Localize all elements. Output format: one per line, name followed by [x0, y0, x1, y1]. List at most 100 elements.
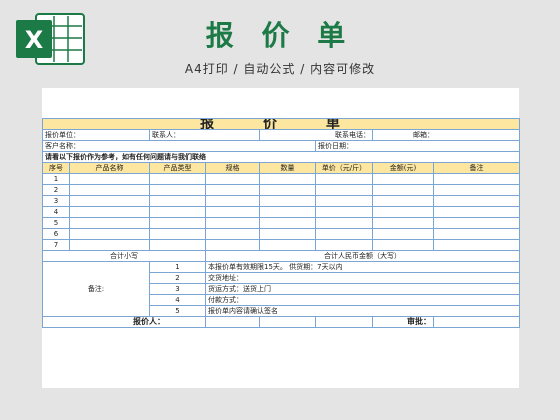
data-cell[interactable] — [259, 195, 316, 207]
data-cell[interactable] — [149, 195, 206, 207]
data-cell[interactable] — [259, 217, 316, 229]
info-row: 报价单位： 联系人： 联系电话： 邮箱： — [42, 129, 520, 141]
data-cell[interactable] — [315, 173, 373, 185]
remarks-label[interactable]: 备注: — [42, 261, 150, 317]
col-header-spec[interactable]: 规格 — [205, 162, 260, 174]
data-cell[interactable] — [149, 184, 206, 196]
data-cell[interactable] — [315, 206, 373, 218]
data-cell[interactable] — [372, 239, 434, 251]
row-number-cell[interactable]: 5 — [42, 217, 70, 229]
subtotal-label[interactable]: 合计小写 — [42, 250, 206, 262]
data-cell[interactable] — [69, 195, 150, 207]
data-cell[interactable] — [259, 206, 316, 218]
data-cell[interactable] — [372, 228, 434, 240]
data-cell[interactable] — [372, 217, 434, 229]
data-cell[interactable] — [205, 217, 260, 229]
customer-row: 客户名称： 报价日期： — [42, 140, 520, 152]
total-uppercase-label[interactable]: 合计人民币金额（大写） — [205, 250, 520, 262]
data-cell[interactable] — [433, 206, 520, 218]
remark-text[interactable]: 本报价单有效期限15天。 供货期：7天以内 — [205, 261, 520, 273]
remark-line: 备注: 1 本报价单有效期限15天。 供货期：7天以内 — [42, 261, 520, 317]
data-cell[interactable] — [259, 228, 316, 240]
approver-value[interactable] — [433, 316, 520, 328]
data-cell[interactable] — [433, 173, 520, 185]
table-row: 7 — [42, 239, 520, 251]
contact-cell[interactable]: 联系人： — [149, 129, 260, 141]
signature-row: 报价人： 审批： — [42, 316, 520, 328]
data-cell[interactable] — [433, 239, 520, 251]
data-cell[interactable] — [315, 195, 373, 207]
sheet-title[interactable]: 报 价 单 — [42, 118, 520, 130]
remark-text[interactable]: 付款方式： — [205, 294, 520, 306]
approver-label[interactable]: 审批： — [372, 316, 434, 328]
remark-number: 5 — [149, 305, 206, 317]
phone-cell[interactable]: 联系电话： — [259, 129, 373, 141]
data-cell[interactable] — [205, 195, 260, 207]
col-header-amount[interactable]: 金额(元) — [372, 162, 434, 174]
data-cell[interactable] — [205, 173, 260, 185]
customer-cell[interactable]: 客户名称： — [42, 140, 316, 152]
data-cell[interactable] — [315, 239, 373, 251]
quote-date-cell[interactable]: 报价日期： — [315, 140, 520, 152]
row-number-cell[interactable]: 2 — [42, 184, 70, 196]
data-cell[interactable] — [433, 184, 520, 196]
column-header-row: 序号 产品名称 产品类型 规格 数量 单价（元/斤） 金额(元) 备注 — [42, 162, 520, 174]
data-cell[interactable] — [259, 239, 316, 251]
quoter-unit-cell[interactable]: 报价单位： — [42, 129, 150, 141]
sheet-title-row: 报 价 单 — [42, 118, 520, 130]
data-cell[interactable] — [259, 184, 316, 196]
data-cell[interactable] — [433, 217, 520, 229]
blank-cell[interactable] — [315, 316, 373, 328]
data-cell[interactable] — [372, 173, 434, 185]
table-row: 3 — [42, 195, 520, 207]
remark-text[interactable]: 交货地址： — [205, 272, 520, 284]
table-row: 2 — [42, 184, 520, 196]
email-cell[interactable]: 邮箱： — [372, 129, 520, 141]
remark-text[interactable]: 货运方式：送货上门 — [205, 283, 520, 295]
hero-title: 报 价 单 — [205, 19, 355, 52]
data-cell[interactable] — [69, 228, 150, 240]
data-cell[interactable] — [69, 184, 150, 196]
data-cell[interactable] — [69, 173, 150, 185]
data-cell[interactable] — [372, 195, 434, 207]
blank-cell[interactable] — [259, 316, 316, 328]
row-number-cell[interactable]: 1 — [42, 173, 70, 185]
table-row: 1 — [42, 173, 520, 185]
data-cell[interactable] — [149, 173, 206, 185]
data-cell[interactable] — [433, 195, 520, 207]
remark-text[interactable]: 报价单内容请确认签名 — [205, 305, 520, 317]
data-cell[interactable] — [259, 173, 316, 185]
signer-value[interactable] — [205, 316, 260, 328]
note-cell[interactable]: 请看以下报价作为参考，如有任何问题请与我们联络 — [42, 151, 520, 163]
data-cell[interactable] — [69, 239, 150, 251]
col-header-remark[interactable]: 备注 — [433, 162, 520, 174]
data-cell[interactable] — [433, 228, 520, 240]
row-number-cell[interactable]: 3 — [42, 195, 70, 207]
data-cell[interactable] — [69, 217, 150, 229]
data-cell[interactable] — [205, 184, 260, 196]
data-cell[interactable] — [149, 239, 206, 251]
data-cell[interactable] — [149, 217, 206, 229]
data-cell[interactable] — [149, 206, 206, 218]
row-number-cell[interactable]: 6 — [42, 228, 70, 240]
data-cell[interactable] — [149, 228, 206, 240]
data-cell[interactable] — [372, 184, 434, 196]
data-cell[interactable] — [69, 206, 150, 218]
remark-number: 3 — [149, 283, 206, 295]
col-header-quantity[interactable]: 数量 — [259, 162, 316, 174]
data-cell[interactable] — [315, 228, 373, 240]
data-cell[interactable] — [205, 206, 260, 218]
data-cell[interactable] — [315, 184, 373, 196]
data-cell[interactable] — [372, 206, 434, 218]
data-cell[interactable] — [315, 217, 373, 229]
row-number-cell[interactable]: 4 — [42, 206, 70, 218]
row-number-cell[interactable]: 7 — [42, 239, 70, 251]
table-row: 4 — [42, 206, 520, 218]
data-cell[interactable] — [205, 228, 260, 240]
signer-label[interactable]: 报价人： — [42, 316, 206, 328]
col-header-product-type[interactable]: 产品类型 — [149, 162, 206, 174]
col-header-unit-price[interactable]: 单价（元/斤） — [315, 162, 373, 174]
col-header-product-name[interactable]: 产品名称 — [69, 162, 150, 174]
data-cell[interactable] — [205, 239, 260, 251]
col-header-no[interactable]: 序号 — [42, 162, 70, 174]
